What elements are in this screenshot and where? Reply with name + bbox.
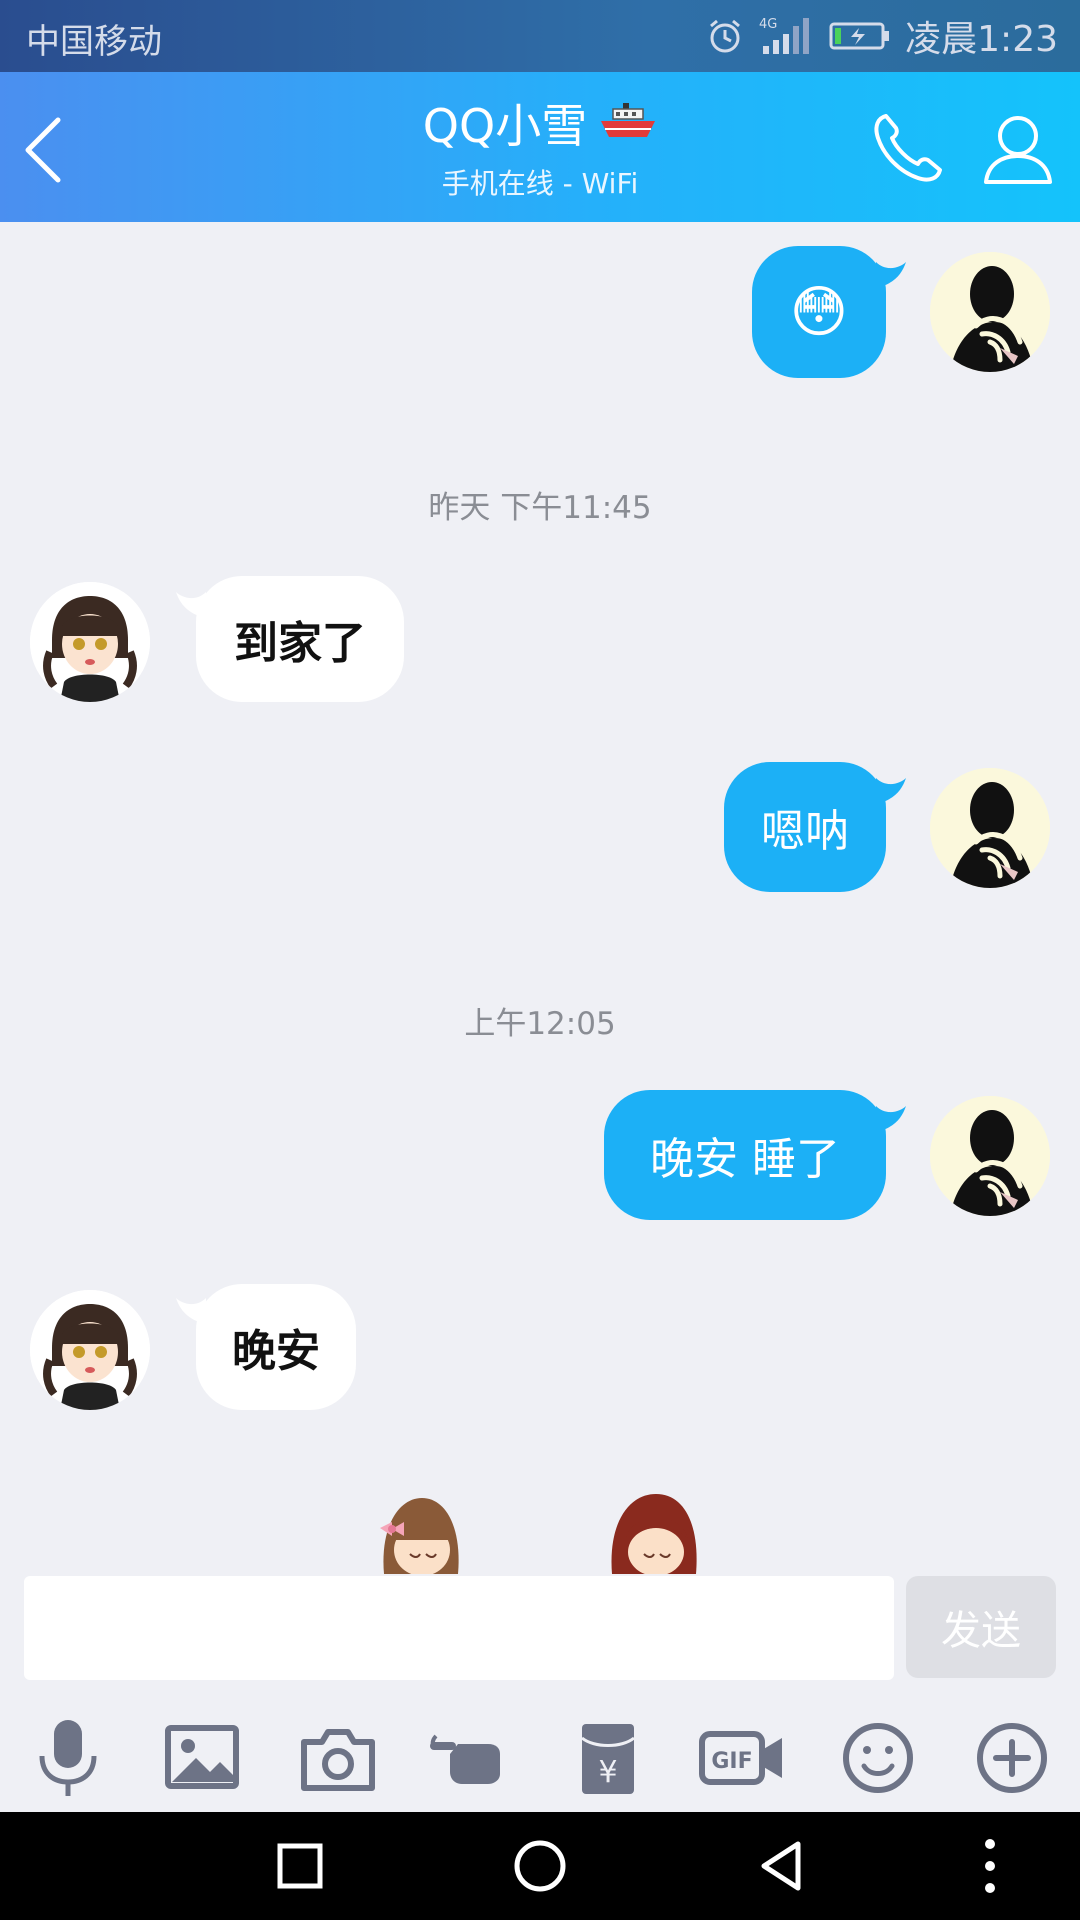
message-text: 晚安 睡了 xyxy=(650,1134,840,1185)
my-message-bubble[interactable]: 😳 xyxy=(752,246,886,378)
gif-label: GIF xyxy=(711,1749,752,1774)
contact-name-text: QQ小雪 xyxy=(422,99,588,153)
my-avatar-image xyxy=(930,1096,1050,1216)
ship-icon xyxy=(601,103,656,137)
my-avatar-image xyxy=(930,768,1050,888)
message-text: 晚安 xyxy=(232,1326,320,1377)
menu-button[interactable] xyxy=(968,1836,1012,1896)
friend-avatar[interactable] xyxy=(30,582,150,702)
chat-toolbar: ¥ GIF xyxy=(0,1700,1080,1810)
emoji-icon xyxy=(843,1723,913,1793)
friend-avatar-image xyxy=(30,1290,150,1410)
send-button[interactable]: 发送 xyxy=(906,1576,1056,1678)
carrier-label: 中国移动 xyxy=(26,22,162,62)
signal-icon: 4G xyxy=(759,17,810,54)
network-type-label: 4G xyxy=(759,17,777,32)
plus-icon xyxy=(977,1723,1047,1793)
contact-name[interactable]: QQ小雪 xyxy=(423,90,657,156)
red-packet-icon: ¥ xyxy=(581,1724,635,1794)
camera-icon xyxy=(301,1729,375,1791)
message-text: 到家了 xyxy=(234,618,366,669)
friend-message-bubble[interactable]: 到家了 xyxy=(196,576,404,702)
timestamp: 上午12:05 xyxy=(464,1006,616,1042)
mic-icon xyxy=(39,1720,97,1796)
triangle-back-icon xyxy=(761,1841,801,1891)
bubble-tail xyxy=(876,262,906,288)
phone-icon xyxy=(874,114,942,182)
home-button[interactable] xyxy=(510,1836,570,1896)
image-button[interactable] xyxy=(158,1714,246,1802)
message-input[interactable] xyxy=(24,1576,894,1680)
red-packet-button[interactable]: ¥ xyxy=(564,1714,652,1802)
my-message-bubble[interactable]: 嗯呐 xyxy=(724,762,886,892)
poke-icon xyxy=(430,1734,500,1784)
my-avatar[interactable] xyxy=(930,768,1050,888)
friend-message-bubble[interactable]: 晚安 xyxy=(196,1284,356,1410)
timestamp: 昨天 下午11:45 xyxy=(428,490,652,526)
message-text: 嗯呐 xyxy=(761,806,849,857)
send-button-label: 发送 xyxy=(941,1608,1021,1654)
voice-button[interactable] xyxy=(24,1714,112,1802)
square-icon xyxy=(277,1843,323,1889)
peeking-girl-sticker xyxy=(380,1498,459,1574)
circle-icon xyxy=(514,1840,566,1892)
bubble-tail xyxy=(876,778,906,804)
emoji-flushed: 😳 xyxy=(789,279,849,345)
chat-header: QQ小雪 手机在线 - WiFi xyxy=(0,72,1080,222)
status-bar: 中国移动 4G 凌晨1:23 xyxy=(0,0,1080,72)
my-avatar[interactable] xyxy=(930,1096,1050,1216)
peeking-boy-sticker xyxy=(611,1494,697,1574)
emoji-button[interactable] xyxy=(834,1714,922,1802)
gif-icon: GIF xyxy=(699,1731,782,1785)
more-vertical-icon xyxy=(985,1839,995,1893)
more-button[interactable] xyxy=(968,1714,1056,1802)
status-icons: 4G 凌晨1:23 xyxy=(705,10,1058,62)
recents-button[interactable] xyxy=(270,1836,330,1896)
my-avatar-image xyxy=(930,252,1050,372)
friend-avatar-image xyxy=(30,582,150,702)
clock: 凌晨1:23 xyxy=(905,19,1058,60)
friend-avatar[interactable] xyxy=(30,1290,150,1410)
profile-icon xyxy=(984,116,1052,184)
image-icon xyxy=(165,1725,239,1789)
back-nav-button[interactable] xyxy=(752,1836,812,1896)
call-button[interactable] xyxy=(868,108,948,188)
message-list[interactable]: 😳 昨天 下午11:45 到家了 嗯呐 上午12:05 晚安 睡了 晚安 xyxy=(0,222,1080,1574)
svg-text:¥: ¥ xyxy=(598,1755,617,1790)
system-nav-bar xyxy=(0,1812,1080,1920)
bubble-tail xyxy=(876,1106,906,1132)
gif-button[interactable]: GIF xyxy=(698,1714,788,1802)
my-message-bubble[interactable]: 晚安 睡了 xyxy=(604,1090,886,1220)
my-avatar[interactable] xyxy=(930,252,1050,372)
poke-button[interactable] xyxy=(428,1714,516,1802)
camera-button[interactable] xyxy=(294,1714,382,1802)
battery-icon xyxy=(829,22,890,50)
alarm-icon xyxy=(710,19,741,53)
profile-button[interactable] xyxy=(978,108,1058,188)
